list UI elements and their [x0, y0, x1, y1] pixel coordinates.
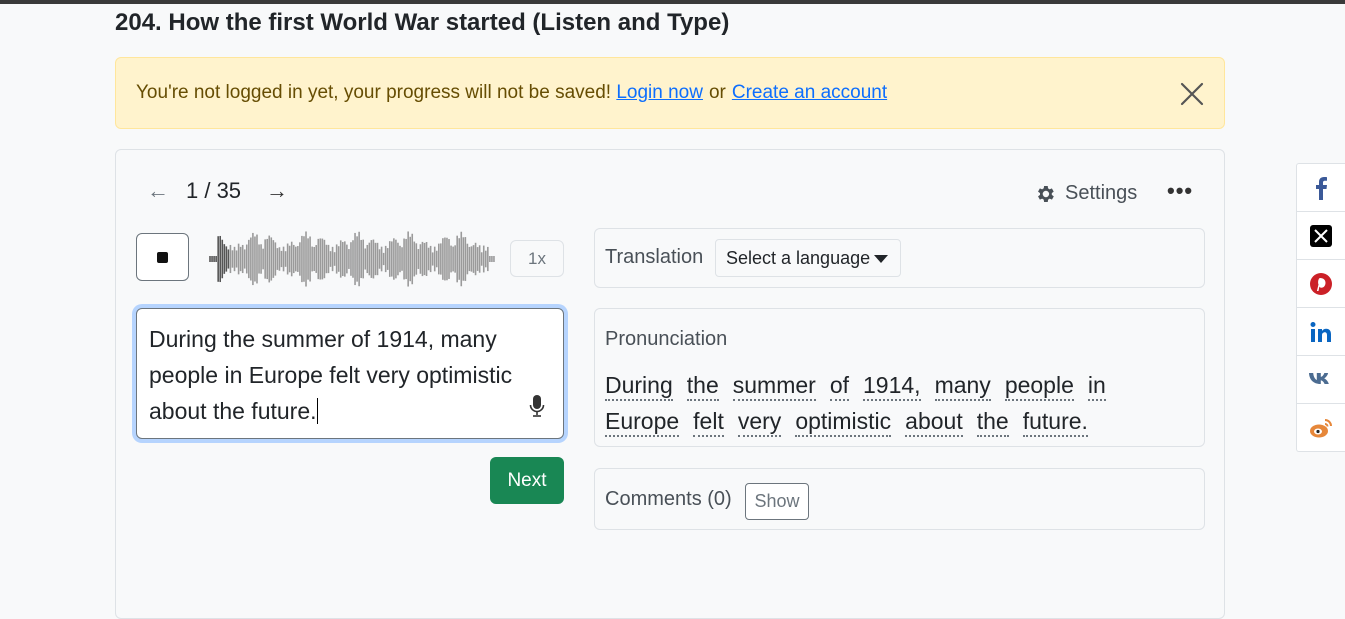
comments-label: Comments (0) [605, 488, 732, 510]
answer-text: During the summer of 1914, many people i… [149, 326, 513, 424]
weibo-icon [1308, 417, 1334, 439]
pronunciation-label: Pronunciation [605, 328, 728, 350]
login-link[interactable]: Login now [616, 82, 703, 104]
share-vk-button[interactable] [1297, 356, 1345, 404]
pronunciation-word[interactable]: future. [1022, 407, 1088, 437]
pronunciation-word[interactable]: people [1004, 371, 1074, 401]
share-facebook-button[interactable] [1297, 164, 1345, 212]
alert-or-text: or [708, 82, 726, 103]
create-account-link[interactable]: Create an account [732, 82, 887, 104]
vk-icon [1308, 372, 1334, 388]
stop-icon [157, 251, 168, 263]
pronunciation-words: During the summer of 1914, many people in Europe… [605, 367, 1165, 439]
pronunciation-word[interactable]: of [829, 371, 849, 401]
language-select-value: Select a language [726, 247, 871, 268]
segment-counter: 1 / 35 [186, 178, 242, 203]
pronunciation-word[interactable]: 1914, [863, 371, 921, 401]
pronunciation-word[interactable]: optimistic [795, 407, 892, 437]
language-select[interactable]: Select a language [715, 239, 901, 277]
caret-down-icon [874, 255, 888, 263]
share-sidebar [1296, 163, 1345, 452]
text-caret [316, 398, 318, 424]
gear-icon [1038, 185, 1054, 202]
share-linkedin-button[interactable] [1297, 308, 1345, 356]
answer-input[interactable]: During the summer of 1914, many people i… [136, 308, 564, 439]
pronunciation-word[interactable]: the [686, 371, 719, 401]
page-title: 204. How the first World War started (Li… [115, 9, 730, 36]
next-button[interactable]: Next [490, 457, 564, 504]
close-icon[interactable] [1178, 80, 1206, 108]
show-comments-button[interactable]: Show [745, 483, 809, 520]
pronunciation-word[interactable]: the [976, 407, 1009, 437]
comments-panel: Comments (0) Show [594, 468, 1205, 530]
pinterest-icon [1309, 272, 1333, 296]
pronunciation-word[interactable]: During [605, 371, 673, 401]
playback-speed-button[interactable]: 1x [510, 240, 564, 277]
share-pinterest-button[interactable] [1297, 260, 1345, 308]
pronunciation-panel: Pronunciation During the summer of 1914, many… [594, 308, 1205, 447]
pronunciation-word[interactable]: very [737, 407, 782, 437]
pronunciation-word[interactable]: Europe [605, 407, 680, 437]
linkedin-icon [1309, 320, 1333, 344]
x-icon [1309, 224, 1333, 248]
facebook-icon [1310, 176, 1332, 200]
microphone-icon[interactable] [529, 392, 545, 428]
pronunciation-word[interactable]: many [934, 371, 991, 401]
translation-label: Translation [605, 246, 704, 268]
audio-waveform[interactable] [208, 228, 498, 290]
pronunciation-word[interactable]: felt [693, 407, 724, 437]
settings-label: Settings [1065, 182, 1138, 204]
pronunciation-word[interactable]: in [1087, 371, 1106, 401]
segment-navigation: ← 1 / 35 → [144, 178, 291, 204]
more-options-icon[interactable]: ••• [1167, 178, 1193, 204]
exercise-card: ← 1 / 35 → Settings ••• 1x During the su… [115, 149, 1225, 619]
pronunciation-word[interactable]: summer [732, 371, 816, 401]
arrow-left-icon[interactable]: ← [144, 178, 172, 204]
pronunciation-word[interactable]: about [905, 407, 963, 437]
arrow-right-icon[interactable]: → [263, 178, 291, 204]
share-weibo-button[interactable] [1297, 404, 1345, 452]
stop-button[interactable] [136, 233, 189, 281]
login-alert: You're not logged in yet, your progress … [115, 57, 1225, 129]
settings-button[interactable]: Settings [1034, 182, 1137, 205]
top-border [0, 0, 1345, 4]
translation-panel: Translation Select a language [594, 228, 1205, 288]
alert-message: You're not logged in yet, your progress … [136, 82, 612, 103]
share-x-button[interactable] [1297, 212, 1345, 260]
